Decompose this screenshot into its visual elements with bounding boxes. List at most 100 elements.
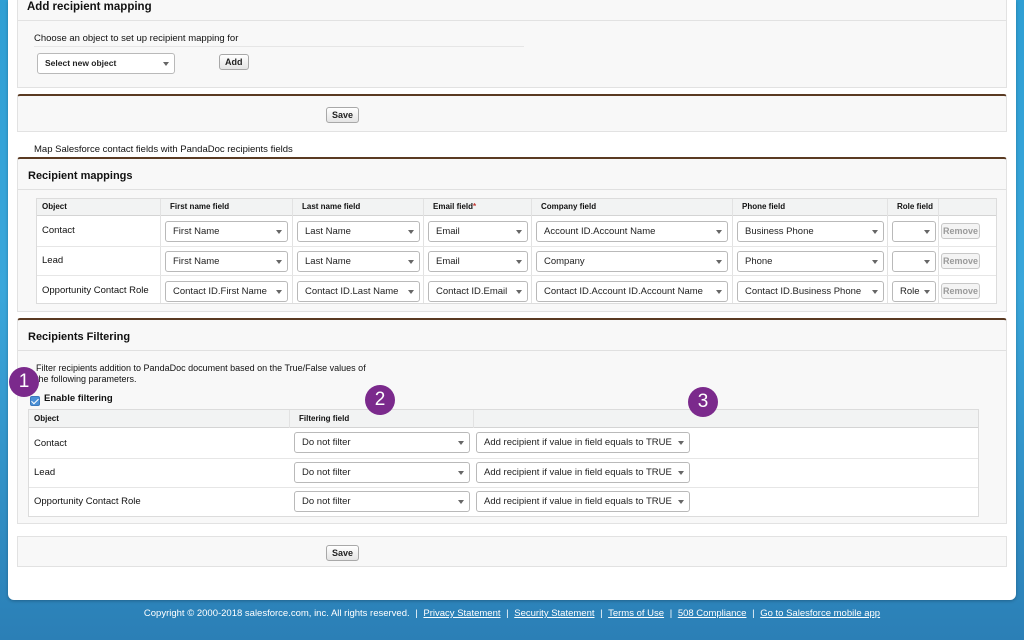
divider bbox=[29, 487, 978, 488]
chevron-down-icon bbox=[516, 260, 522, 264]
callout-badge-2: 2 bbox=[365, 385, 395, 415]
chevron-down-icon bbox=[716, 260, 722, 264]
save-button-bottom[interactable]: Save bbox=[326, 545, 360, 561]
chevron-down-icon bbox=[872, 290, 878, 294]
divider bbox=[160, 199, 161, 303]
chevron-down-icon bbox=[924, 260, 930, 264]
select-value: Contact ID.Email bbox=[436, 286, 508, 297]
table-row-lead-object: Lead bbox=[42, 255, 64, 266]
role-select[interactable] bbox=[892, 251, 936, 272]
select-value: Last Name bbox=[305, 226, 351, 237]
last-name-select[interactable]: Last Name bbox=[297, 251, 420, 272]
filter-rule-select[interactable]: Add recipient if value in field equals t… bbox=[476, 462, 690, 483]
filtering-field-select[interactable]: Do not filter bbox=[294, 432, 470, 453]
remove-button[interactable]: Remove bbox=[941, 283, 980, 299]
email-select[interactable]: Contact ID.Email bbox=[428, 281, 528, 302]
add-button[interactable]: Add bbox=[219, 54, 249, 70]
chevron-down-icon bbox=[924, 230, 930, 234]
col-email: Email field* bbox=[428, 199, 476, 214]
phone-select[interactable]: Contact ID.Business Phone bbox=[737, 281, 884, 302]
chevron-down-icon bbox=[276, 290, 282, 294]
last-name-select[interactable]: Last Name bbox=[297, 221, 420, 242]
chevron-down-icon bbox=[678, 500, 684, 504]
select-value: Last Name bbox=[305, 256, 351, 267]
select-value: Contact ID.First Name bbox=[173, 286, 267, 297]
first-name-select[interactable]: First Name bbox=[165, 221, 288, 242]
chevron-down-icon bbox=[716, 230, 722, 234]
phone-select[interactable]: Business Phone bbox=[737, 221, 884, 242]
security-statement-link[interactable]: Security Statement bbox=[514, 608, 594, 619]
phone-select[interactable]: Phone bbox=[737, 251, 884, 272]
chevron-down-icon bbox=[716, 290, 722, 294]
chevron-down-icon bbox=[408, 290, 414, 294]
filter-rule-select[interactable]: Add recipient if value in field equals t… bbox=[476, 432, 690, 453]
filtering-field-select[interactable]: Do not filter bbox=[294, 491, 470, 512]
company-select[interactable]: Company bbox=[536, 251, 728, 272]
recipients-filtering-section: Recipients Filtering Filter recipients a… bbox=[17, 318, 1007, 524]
role-select[interactable] bbox=[892, 221, 936, 242]
remove-button[interactable]: Remove bbox=[941, 253, 980, 269]
object-select[interactable]: Select new object bbox=[37, 53, 175, 74]
select-value: Email bbox=[436, 226, 460, 237]
col-company: Company field bbox=[541, 202, 597, 211]
save-button-top[interactable]: Save bbox=[326, 107, 360, 123]
chevron-down-icon bbox=[516, 230, 522, 234]
divider bbox=[37, 275, 996, 276]
footer-separator: | bbox=[415, 608, 418, 619]
privacy-statement-link[interactable]: Privacy Statement bbox=[423, 608, 500, 619]
recipient-mappings-divider bbox=[18, 189, 1006, 190]
choose-object-label: Choose an object to set up recipient map… bbox=[34, 33, 239, 44]
select-value: Phone bbox=[745, 256, 773, 267]
footer-separator: | bbox=[669, 608, 673, 619]
select-value: Do not filter bbox=[302, 496, 351, 507]
footer: Copyright © 2000-2018 salesforce.com, in… bbox=[0, 608, 1024, 624]
callout-badge-3: 3 bbox=[688, 387, 718, 417]
remove-button[interactable]: Remove bbox=[941, 223, 980, 239]
footer-separator: | bbox=[752, 608, 755, 619]
divider bbox=[423, 199, 424, 303]
company-select[interactable]: Account ID.Account Name bbox=[536, 221, 728, 242]
recipients-filtering-divider bbox=[18, 350, 1006, 351]
chevron-down-icon bbox=[516, 290, 522, 294]
divider bbox=[289, 410, 290, 428]
table-row-opportunity-object: Opportunity Contact Role bbox=[42, 285, 149, 296]
recipient-mappings-section: Recipient mappings Object First name fie… bbox=[17, 157, 1007, 312]
email-select[interactable]: Email bbox=[428, 221, 528, 242]
page-content: Add recipient mapping Choose an object t… bbox=[8, 0, 1016, 600]
select-value: First Name bbox=[173, 256, 220, 267]
first-name-select[interactable]: First Name bbox=[165, 251, 288, 272]
email-select[interactable]: Email bbox=[428, 251, 528, 272]
company-select[interactable]: Contact ID.Account ID.Account Name bbox=[536, 281, 728, 302]
terms-of-use-link[interactable]: Terms of Use bbox=[608, 608, 664, 619]
select-value: First Name bbox=[173, 226, 220, 237]
last-name-select[interactable]: Contact ID.Last Name bbox=[297, 281, 420, 302]
select-value: Add recipient if value in field equals t… bbox=[484, 437, 672, 448]
select-value: Do not filter bbox=[302, 467, 351, 478]
role-select[interactable]: Role bbox=[892, 281, 936, 302]
select-value: Company bbox=[544, 256, 585, 267]
col-last-name: Last name field bbox=[302, 202, 361, 211]
divider bbox=[292, 199, 293, 303]
chevron-down-icon bbox=[458, 471, 464, 475]
required-marker: * bbox=[473, 202, 477, 211]
mobile-app-link[interactable]: Go to Salesforce mobile app bbox=[760, 608, 880, 619]
chevron-down-icon bbox=[458, 441, 464, 445]
first-name-select[interactable]: Contact ID.First Name bbox=[165, 281, 288, 302]
col-filtering-field: Filtering field bbox=[299, 414, 350, 423]
table-row-contact-object: Contact bbox=[34, 438, 67, 449]
filtering-field-select[interactable]: Do not filter bbox=[294, 462, 470, 483]
table-row-lead-object: Lead bbox=[34, 467, 56, 478]
filter-rule-select[interactable]: Add recipient if value in field equals t… bbox=[476, 491, 690, 512]
chevron-down-icon bbox=[276, 260, 282, 264]
divider bbox=[29, 458, 978, 459]
chevron-down-icon bbox=[408, 260, 414, 264]
chevron-down-icon bbox=[163, 62, 169, 66]
footer-copyright: Copyright © 2000-2018 salesforce.com, in… bbox=[143, 608, 410, 619]
recipient-mappings-table: Object First name field Last name field … bbox=[36, 198, 997, 304]
add-mapping-divider bbox=[18, 20, 1006, 21]
enable-filtering-label: Enable filtering bbox=[44, 393, 113, 404]
col-object: Object bbox=[42, 202, 67, 211]
508-compliance-link[interactable]: 508 Compliance bbox=[678, 608, 747, 619]
divider bbox=[37, 246, 996, 247]
enable-filtering-checkbox[interactable] bbox=[30, 396, 40, 406]
